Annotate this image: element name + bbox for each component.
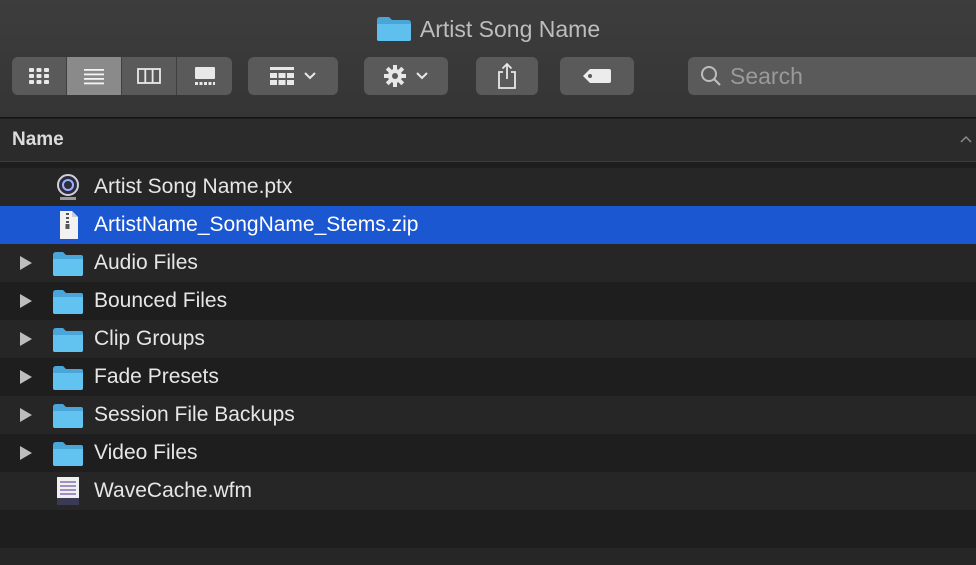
file-name: Session File Backups: [94, 403, 295, 426]
folder-icon: [376, 16, 412, 42]
tags-button[interactable]: [560, 57, 634, 95]
list-view-button[interactable]: [67, 57, 122, 95]
disclosure-triangle-icon[interactable]: [18, 255, 34, 271]
pro-tools-session-icon: [52, 172, 84, 202]
window-title: Artist Song Name: [0, 12, 976, 46]
folder-icon: [52, 362, 84, 392]
file-name: ArtistName_SongName_Stems.zip: [94, 213, 419, 236]
folder-icon: [52, 286, 84, 316]
file-row[interactable]: Artist Song Name.ptx: [0, 168, 976, 206]
file-row[interactable]: Fade Presets: [0, 358, 976, 396]
file-name: Bounced Files: [94, 289, 228, 312]
group-by-button[interactable]: [248, 57, 338, 95]
sort-ascending-icon: [960, 135, 972, 143]
empty-row: [0, 548, 976, 565]
file-list: Artist Song Name.ptx ArtistName_SongName_…: [0, 168, 976, 565]
name-column-header[interactable]: Name: [12, 129, 64, 151]
search-field[interactable]: [688, 57, 976, 95]
wavecache-file-icon: [52, 476, 84, 506]
file-name: Video Files: [94, 441, 198, 464]
finder-window: Artist Song Name Search Name Artist Song…: [0, 0, 976, 565]
column-header: Name: [0, 119, 976, 162]
icon-view-button[interactable]: [12, 57, 67, 95]
disclosure-triangle-icon[interactable]: [18, 369, 34, 385]
disclosure-triangle-icon[interactable]: [18, 293, 34, 309]
share-icon: [498, 62, 516, 89]
list-view-icon: [84, 69, 104, 85]
disclosure-triangle-icon[interactable]: [18, 445, 34, 461]
file-row[interactable]: Video Files: [0, 434, 976, 472]
file-row[interactable]: Bounced Files: [0, 282, 976, 320]
search-input[interactable]: [730, 62, 960, 90]
folder-icon: [52, 324, 84, 354]
window-title-text: Artist Song Name: [419, 15, 601, 42]
folder-icon: [52, 438, 84, 468]
file-row[interactable]: Clip Groups: [0, 320, 976, 358]
file-name: Clip Groups: [94, 327, 205, 350]
gear-icon: [384, 65, 406, 87]
file-name: Fade Presets: [94, 365, 219, 388]
chevron-down-icon: [416, 72, 428, 80]
column-view-button[interactable]: [122, 57, 177, 95]
file-row[interactable]: ArtistName_SongName_Stems.zip: [0, 206, 976, 244]
file-name: Audio Files: [94, 251, 198, 274]
chevron-down-icon: [304, 72, 316, 80]
share-button[interactable]: [476, 57, 538, 95]
toolbar: [0, 52, 976, 102]
title-bar: Artist Song Name: [0, 0, 976, 118]
gallery-view-button[interactable]: [177, 57, 232, 95]
tag-icon: [583, 69, 611, 83]
view-mode-segmented-control: [12, 57, 232, 95]
gallery-view-icon: [194, 67, 215, 85]
disclosure-triangle-icon[interactable]: [18, 407, 34, 423]
group-grid-icon: [270, 67, 294, 85]
zip-file-icon: [52, 210, 84, 240]
file-name: WaveCache.wfm: [94, 479, 252, 502]
search-icon: [701, 66, 721, 86]
file-name: Artist Song Name.ptx: [94, 175, 293, 198]
action-button[interactable]: [364, 57, 448, 95]
icon-view-icon: [29, 68, 49, 84]
file-row[interactable]: Audio Files: [0, 244, 976, 282]
file-row[interactable]: Session File Backups: [0, 396, 976, 434]
folder-icon: [52, 248, 84, 278]
folder-icon: [52, 400, 84, 430]
disclosure-triangle-icon[interactable]: [18, 331, 34, 347]
file-row[interactable]: WaveCache.wfm: [0, 472, 976, 510]
empty-row: [0, 510, 976, 548]
column-view-icon: [137, 68, 161, 84]
